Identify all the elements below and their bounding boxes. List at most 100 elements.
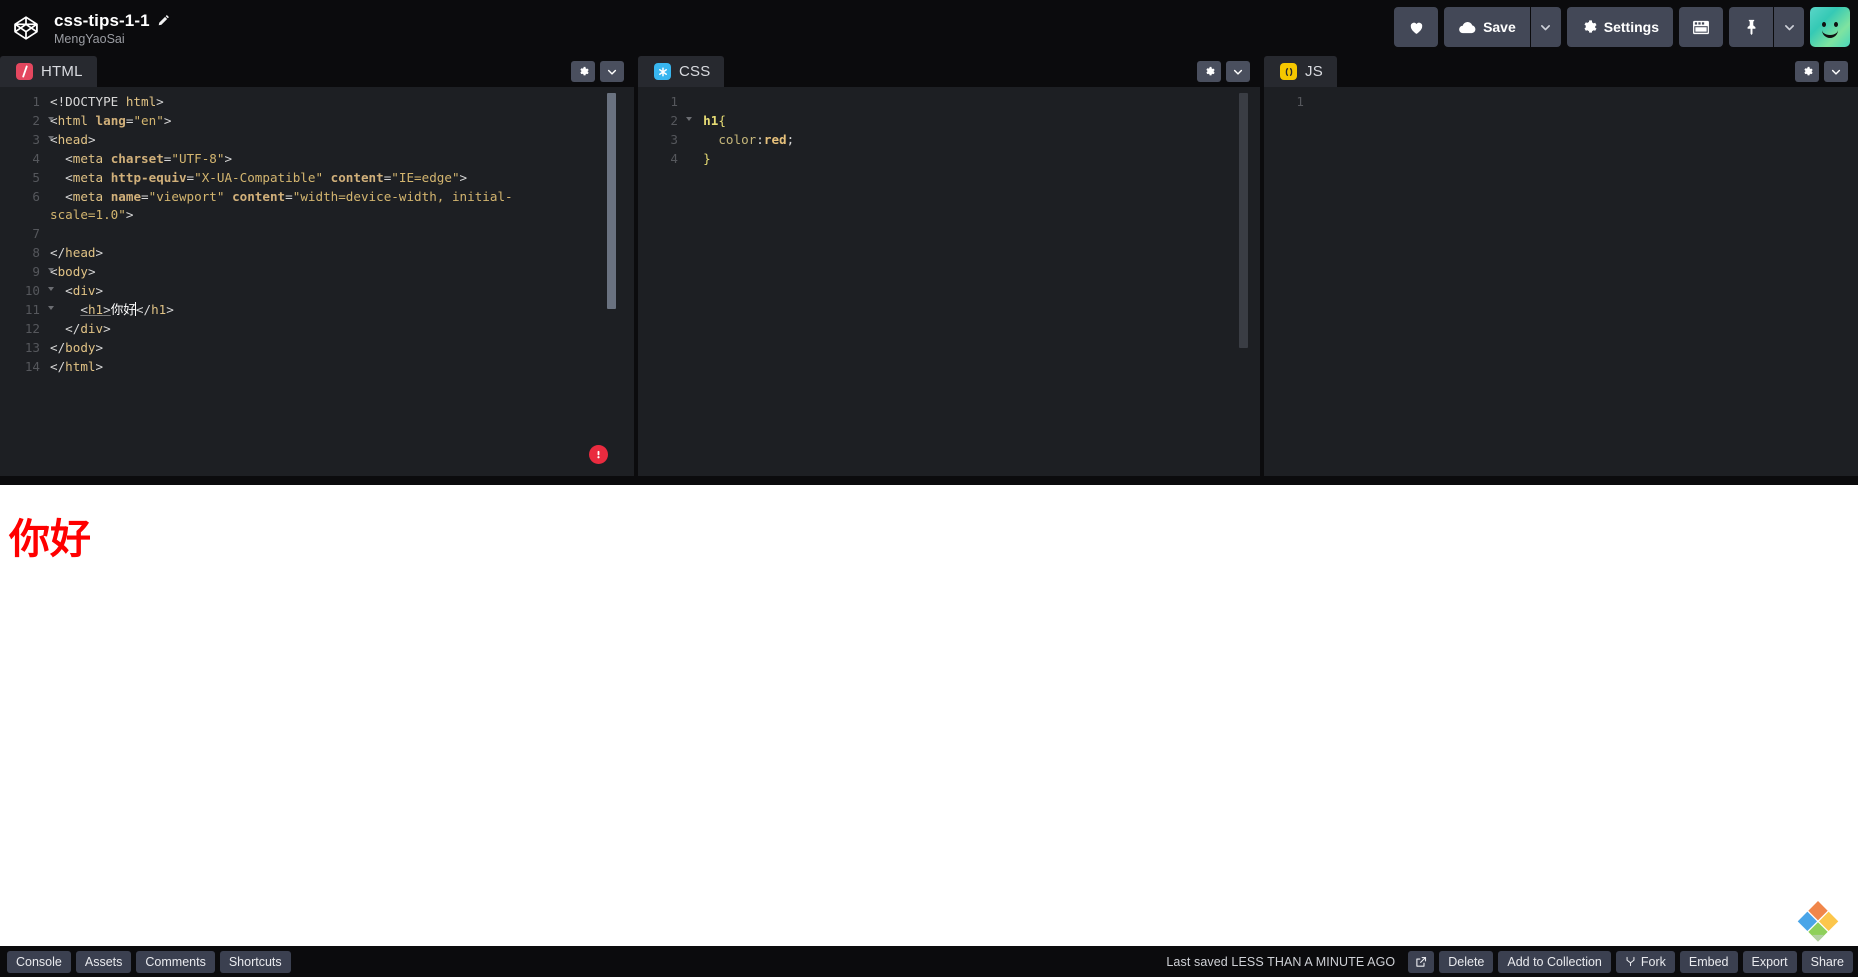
js-collapse-button[interactable] [1824, 61, 1848, 82]
code-line[interactable]: 7 [0, 225, 634, 244]
pin-dropdown-button[interactable] [1774, 7, 1804, 47]
codepen-logo-button[interactable] [4, 15, 48, 41]
settings-button[interactable]: Settings [1566, 7, 1673, 47]
console-button[interactable]: Console [7, 950, 71, 973]
line-number: 10 [0, 282, 54, 301]
code-line[interactable]: 3 color:red; [638, 131, 1260, 150]
pen-title-block: css-tips-1-1 MengYaoSai [54, 11, 170, 46]
code-line[interactable]: 2 <html lang="en"> [0, 112, 634, 131]
assets-button[interactable]: Assets [75, 950, 132, 973]
code-line[interactable]: 8 </head> [0, 244, 634, 263]
html-settings-button[interactable] [571, 61, 595, 82]
line-content: <body> [50, 264, 96, 280]
fold-arrow-icon[interactable] [686, 116, 692, 121]
code-editor-js[interactable]: 1 [1264, 87, 1858, 476]
tab-css[interactable]: CSS [638, 56, 725, 87]
ime-pinwheel-icon [1797, 901, 1839, 942]
code-line[interactable]: 4 <meta charset="UTF-8"> [0, 150, 634, 169]
line-number: 4 [670, 150, 678, 166]
pencil-icon[interactable] [157, 14, 170, 27]
css-settings-button[interactable] [1197, 61, 1221, 82]
love-button[interactable] [1394, 7, 1439, 47]
avatar-eye-left [1822, 22, 1826, 27]
tab-js[interactable]: JS [1264, 56, 1337, 87]
line-number: 13 [24, 339, 40, 355]
html-error-badge[interactable] [589, 445, 608, 464]
line-content: <head> [50, 131, 96, 147]
code-line[interactable]: 6 <meta name="viewport" content="width=d… [0, 188, 634, 207]
delete-button-label: Delete [1448, 954, 1485, 969]
code-line[interactable]: scale=1.0"> [0, 206, 634, 225]
bottom-bar-left: Console Assets Comments Shortcuts [0, 950, 291, 973]
css-collapse-button[interactable] [1226, 61, 1250, 82]
code-line[interactable]: 11 <h1>你好</h1> [0, 301, 634, 320]
open-external-button[interactable] [1408, 950, 1435, 973]
code-line[interactable]: 12 </div> [0, 320, 634, 339]
code-line[interactable]: 3 <head> [0, 131, 634, 150]
tab-html[interactable]: HTML [0, 56, 97, 87]
add-to-collection-button[interactable]: Add to Collection [1498, 950, 1611, 973]
line-content: </html> [50, 358, 104, 374]
page-title[interactable]: css-tips-1-1 [54, 11, 150, 31]
delete-button[interactable]: Delete [1439, 950, 1494, 973]
top-bar: css-tips-1-1 MengYaoSai Save Settings [0, 0, 1858, 56]
line-number: 12 [24, 320, 40, 336]
settings-button-label: Settings [1603, 19, 1659, 35]
code-editor-html[interactable]: 1 <!DOCTYPE html> 2 <html lang="en"> 3 <head>… [0, 87, 634, 476]
codepen-editor-app: css-tips-1-1 MengYaoSai Save Settings HT… [0, 0, 1858, 977]
code-line[interactable]: 13 </body> [0, 339, 634, 358]
save-button[interactable]: Save [1444, 7, 1530, 47]
fork-button-label: Fork [1640, 954, 1666, 969]
fold-arrow-icon[interactable] [48, 116, 54, 121]
code-line[interactable]: 5 <meta http-equiv="X-UA-Compatible" con… [0, 169, 634, 188]
code-line[interactable]: 9 <body> [0, 263, 634, 282]
fold-arrow-icon[interactable] [48, 287, 54, 292]
html-collapse-button[interactable] [600, 61, 624, 82]
embed-button[interactable]: Embed [1679, 950, 1738, 973]
assets-button-label: Assets [84, 954, 123, 969]
line-content: </head> [50, 245, 104, 261]
fold-arrow-icon[interactable] [48, 135, 54, 140]
code-line[interactable]: 1 <!DOCTYPE html> [0, 93, 634, 112]
pin-button[interactable] [1729, 7, 1773, 47]
code-line[interactable]: 4 } [638, 150, 1260, 169]
shortcuts-button[interactable]: Shortcuts [219, 950, 291, 973]
chevron-down-icon [1233, 69, 1243, 75]
code-line[interactable]: 1 [638, 93, 1260, 112]
code-line[interactable]: 14 </html> [0, 358, 634, 377]
avatar-eye-right [1834, 22, 1838, 27]
layout-button[interactable] [1679, 7, 1723, 47]
pane-header-html: HTML [0, 56, 634, 87]
preview-iframe[interactable]: 你好 [0, 485, 1858, 962]
export-button[interactable]: Export [1742, 950, 1797, 973]
save-dropdown-button[interactable] [1530, 7, 1561, 47]
css-vertical-scrollbar[interactable] [1239, 93, 1248, 348]
code-editor-css[interactable]: 12 h1{3 color:red; 4 } [638, 87, 1260, 476]
fold-arrow-icon[interactable] [48, 305, 54, 310]
code-line[interactable]: 1 [1264, 93, 1858, 112]
line-content: <div> [65, 283, 104, 299]
pen-author[interactable]: MengYaoSai [54, 32, 170, 46]
editor-pane-js: JS 1 [1264, 56, 1858, 476]
html-vertical-scrollbar[interactable] [607, 93, 616, 309]
line-content: <!DOCTYPE html> [50, 94, 164, 109]
console-button-label: Console [16, 954, 62, 969]
pin-button-group [1729, 7, 1804, 47]
html-slash-icon [16, 63, 33, 80]
external-link-icon [1416, 956, 1427, 967]
editor-panes: HTML 1 <!DOCTYPE html> 2 <html lang="en"> 3 <… [0, 56, 1858, 476]
preview-resize-handle[interactable] [0, 476, 1858, 485]
avatar[interactable] [1810, 7, 1850, 47]
add-to-collection-button-label: Add to Collection [1507, 954, 1602, 969]
code-line[interactable]: 10 <div> [0, 282, 634, 301]
share-button[interactable]: Share [1801, 950, 1853, 973]
line-number: 3 [0, 131, 54, 150]
fold-arrow-icon[interactable] [48, 268, 54, 273]
line-number [0, 206, 46, 225]
fork-button[interactable]: Fork [1615, 950, 1675, 973]
js-settings-button[interactable] [1795, 61, 1819, 82]
tab-html-label: HTML [41, 63, 83, 80]
code-line[interactable]: 2 h1{ [638, 112, 1260, 131]
line-number: 4 [32, 150, 40, 166]
comments-button[interactable]: Comments [136, 950, 215, 973]
